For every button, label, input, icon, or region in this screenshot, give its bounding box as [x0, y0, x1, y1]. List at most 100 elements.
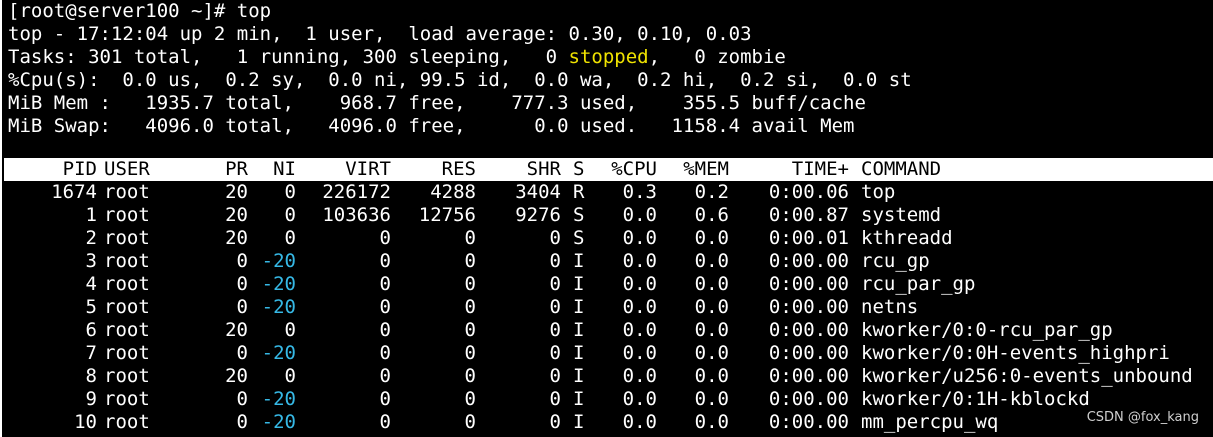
cell-pid: 1674 [51, 181, 97, 203]
cell-res: 0 [464, 365, 476, 387]
cell-virt: 0 [379, 342, 391, 364]
cell-user: root [104, 296, 150, 318]
cell-virt: 0 [379, 227, 391, 249]
cell-user: root [104, 181, 150, 203]
summary-tasks-suffix: , 0 zombie [648, 46, 786, 68]
cell-state: I [573, 411, 585, 433]
cell-state: I [573, 342, 585, 364]
cell-time: 0:00.00 [768, 388, 849, 410]
column-header-pr[interactable]: PR [198, 158, 248, 181]
cell-res: 0 [464, 296, 476, 318]
table-row[interactable]: 3 root 0 -20 0 0 0 I 0.0 0.0 0:00.00 rcu_gp [4, 250, 1213, 273]
table-row[interactable]: 10 root 0 -20 0 0 0 I 0.0 0.0 0:00.00 mm_percpu_wq [4, 411, 1213, 434]
table-row[interactable]: 6 root 20 0 0 0 0 I 0.0 0.0 0:00.00 kworker/0:0-rcu… [4, 319, 1213, 342]
cell-state: I [573, 273, 585, 295]
cell-pr: 20 [225, 181, 248, 203]
cell-pid: 3 [85, 250, 97, 272]
table-row[interactable]: 1 root 20 0 103636 12756 9276 S 0.0 0.6 0:00.87 sys… [4, 204, 1213, 227]
summary-tasks-prefix: Tasks: 301 total, 1 running, 300 sleepin… [8, 46, 569, 68]
cell-user: root [104, 342, 150, 364]
table-row[interactable]: 4 root 0 -20 0 0 0 I 0.0 0.0 0:00.00 rcu_par_gp [4, 273, 1213, 296]
cell-shr: 0 [549, 273, 561, 295]
column-header-res[interactable]: RES [399, 158, 476, 181]
cell-ni: 0 [284, 365, 296, 387]
cell-time: 0:00.01 [768, 227, 849, 249]
cell-virt: 0 [379, 296, 391, 318]
cell-state: I [573, 250, 585, 272]
cell-user: root [104, 204, 150, 226]
cell-mem: 0.6 [694, 204, 729, 226]
cell-mem: 0.0 [694, 365, 729, 387]
cell-ni: -20 [261, 250, 296, 272]
watermark: CSDN @fox_kang [1086, 410, 1199, 425]
cell-shr: 0 [549, 388, 561, 410]
table-row[interactable]: 9 root 0 -20 0 0 0 I 0.0 0.0 0:00.00 kworker/0:1H-k… [4, 388, 1213, 411]
cell-pid: 6 [85, 319, 97, 341]
cell-pr: 0 [236, 250, 248, 272]
cell-mem: 0.2 [694, 181, 729, 203]
terminal-window[interactable]: [root@server100 ~]# top top - 17:12:04 u… [0, 0, 1213, 437]
cell-shr: 0 [549, 296, 561, 318]
table-row[interactable]: 5 root 0 -20 0 0 0 I 0.0 0.0 0:00.00 netns [4, 296, 1213, 319]
cell-state: S [573, 204, 585, 226]
cell-pr: 0 [236, 296, 248, 318]
cell-command: rcu_gp [861, 250, 930, 272]
cell-shr: 9276 [515, 204, 561, 226]
cell-cpu: 0.3 [622, 181, 657, 203]
cell-pid: 5 [85, 296, 97, 318]
column-header-pid[interactable]: PID [4, 158, 97, 181]
cell-shr: 0 [549, 411, 561, 433]
cell-res: 12756 [418, 204, 476, 226]
cell-mem: 0.0 [694, 227, 729, 249]
cell-mem: 0.0 [694, 411, 729, 433]
cell-ni: 0 [284, 204, 296, 226]
cell-cpu: 0.0 [622, 342, 657, 364]
cell-command: kworker/0:1H-kblockd [861, 388, 1090, 410]
cell-user: root [104, 227, 150, 249]
table-row[interactable]: 2 root 20 0 0 0 0 S 0.0 0.0 0:00.01 kthreadd [4, 227, 1213, 250]
cell-cpu: 0.0 [622, 250, 657, 272]
table-row[interactable]: 7 root 0 -20 0 0 0 I 0.0 0.0 0:00.00 kworker/0:0H-e… [4, 342, 1213, 365]
summary-uptime-load: top - 17:12:04 up 2 min, 1 user, load av… [8, 23, 752, 45]
cell-res: 0 [464, 342, 476, 364]
cell-user: root [104, 411, 150, 433]
cell-pr: 20 [225, 227, 248, 249]
column-header-cpu[interactable]: %CPU [595, 158, 657, 181]
cell-virt: 0 [379, 319, 391, 341]
cell-pid: 7 [85, 342, 97, 364]
cell-pr: 20 [225, 319, 248, 341]
summary-tasks: Tasks: 301 total, 1 running, 300 sleepin… [8, 46, 786, 69]
cell-user: root [104, 319, 150, 341]
cell-cpu: 0.0 [622, 319, 657, 341]
cell-cpu: 0.0 [622, 296, 657, 318]
cell-virt: 0 [379, 250, 391, 272]
column-header-time[interactable]: TIME+ [737, 158, 849, 181]
process-table-header: PID USER PR NI VIRT RES SHR S %CPU %MEM … [4, 158, 1213, 181]
cell-pid: 4 [85, 273, 97, 295]
column-header-mem[interactable]: %MEM [665, 158, 729, 181]
cell-command: netns [861, 296, 919, 318]
summary-tasks-stopped: stopped [568, 46, 649, 68]
column-header-virt[interactable]: VIRT [304, 158, 391, 181]
cell-time: 0:00.00 [768, 411, 849, 433]
table-row[interactable]: 1674 root 20 0 226172 4288 3404 R 0.3 0.2 0:00.06 t… [4, 181, 1213, 204]
cell-res: 0 [464, 227, 476, 249]
cell-mem: 0.0 [694, 319, 729, 341]
cell-mem: 0.0 [694, 250, 729, 272]
cell-time: 0:00.87 [768, 204, 849, 226]
cell-time: 0:00.00 [768, 250, 849, 272]
cell-user: root [104, 250, 150, 272]
column-header-state[interactable]: S [573, 158, 593, 181]
column-header-shr[interactable]: SHR [484, 158, 561, 181]
cell-pr: 0 [236, 388, 248, 410]
cell-shr: 0 [549, 250, 561, 272]
table-row[interactable]: 8 root 20 0 0 0 0 I 0.0 0.0 0:00.00 kworker/u256:0-… [4, 365, 1213, 388]
column-header-command[interactable]: COMMAND [861, 158, 1201, 181]
column-header-user[interactable]: USER [104, 158, 174, 181]
column-header-ni[interactable]: NI [256, 158, 296, 181]
cell-res: 0 [464, 250, 476, 272]
summary-cpu: %Cpu(s): 0.0 us, 0.2 sy, 0.0 ni, 99.5 id… [8, 69, 912, 91]
cell-mem: 0.0 [694, 388, 729, 410]
cell-res: 0 [464, 388, 476, 410]
cell-mem: 0.0 [694, 296, 729, 318]
